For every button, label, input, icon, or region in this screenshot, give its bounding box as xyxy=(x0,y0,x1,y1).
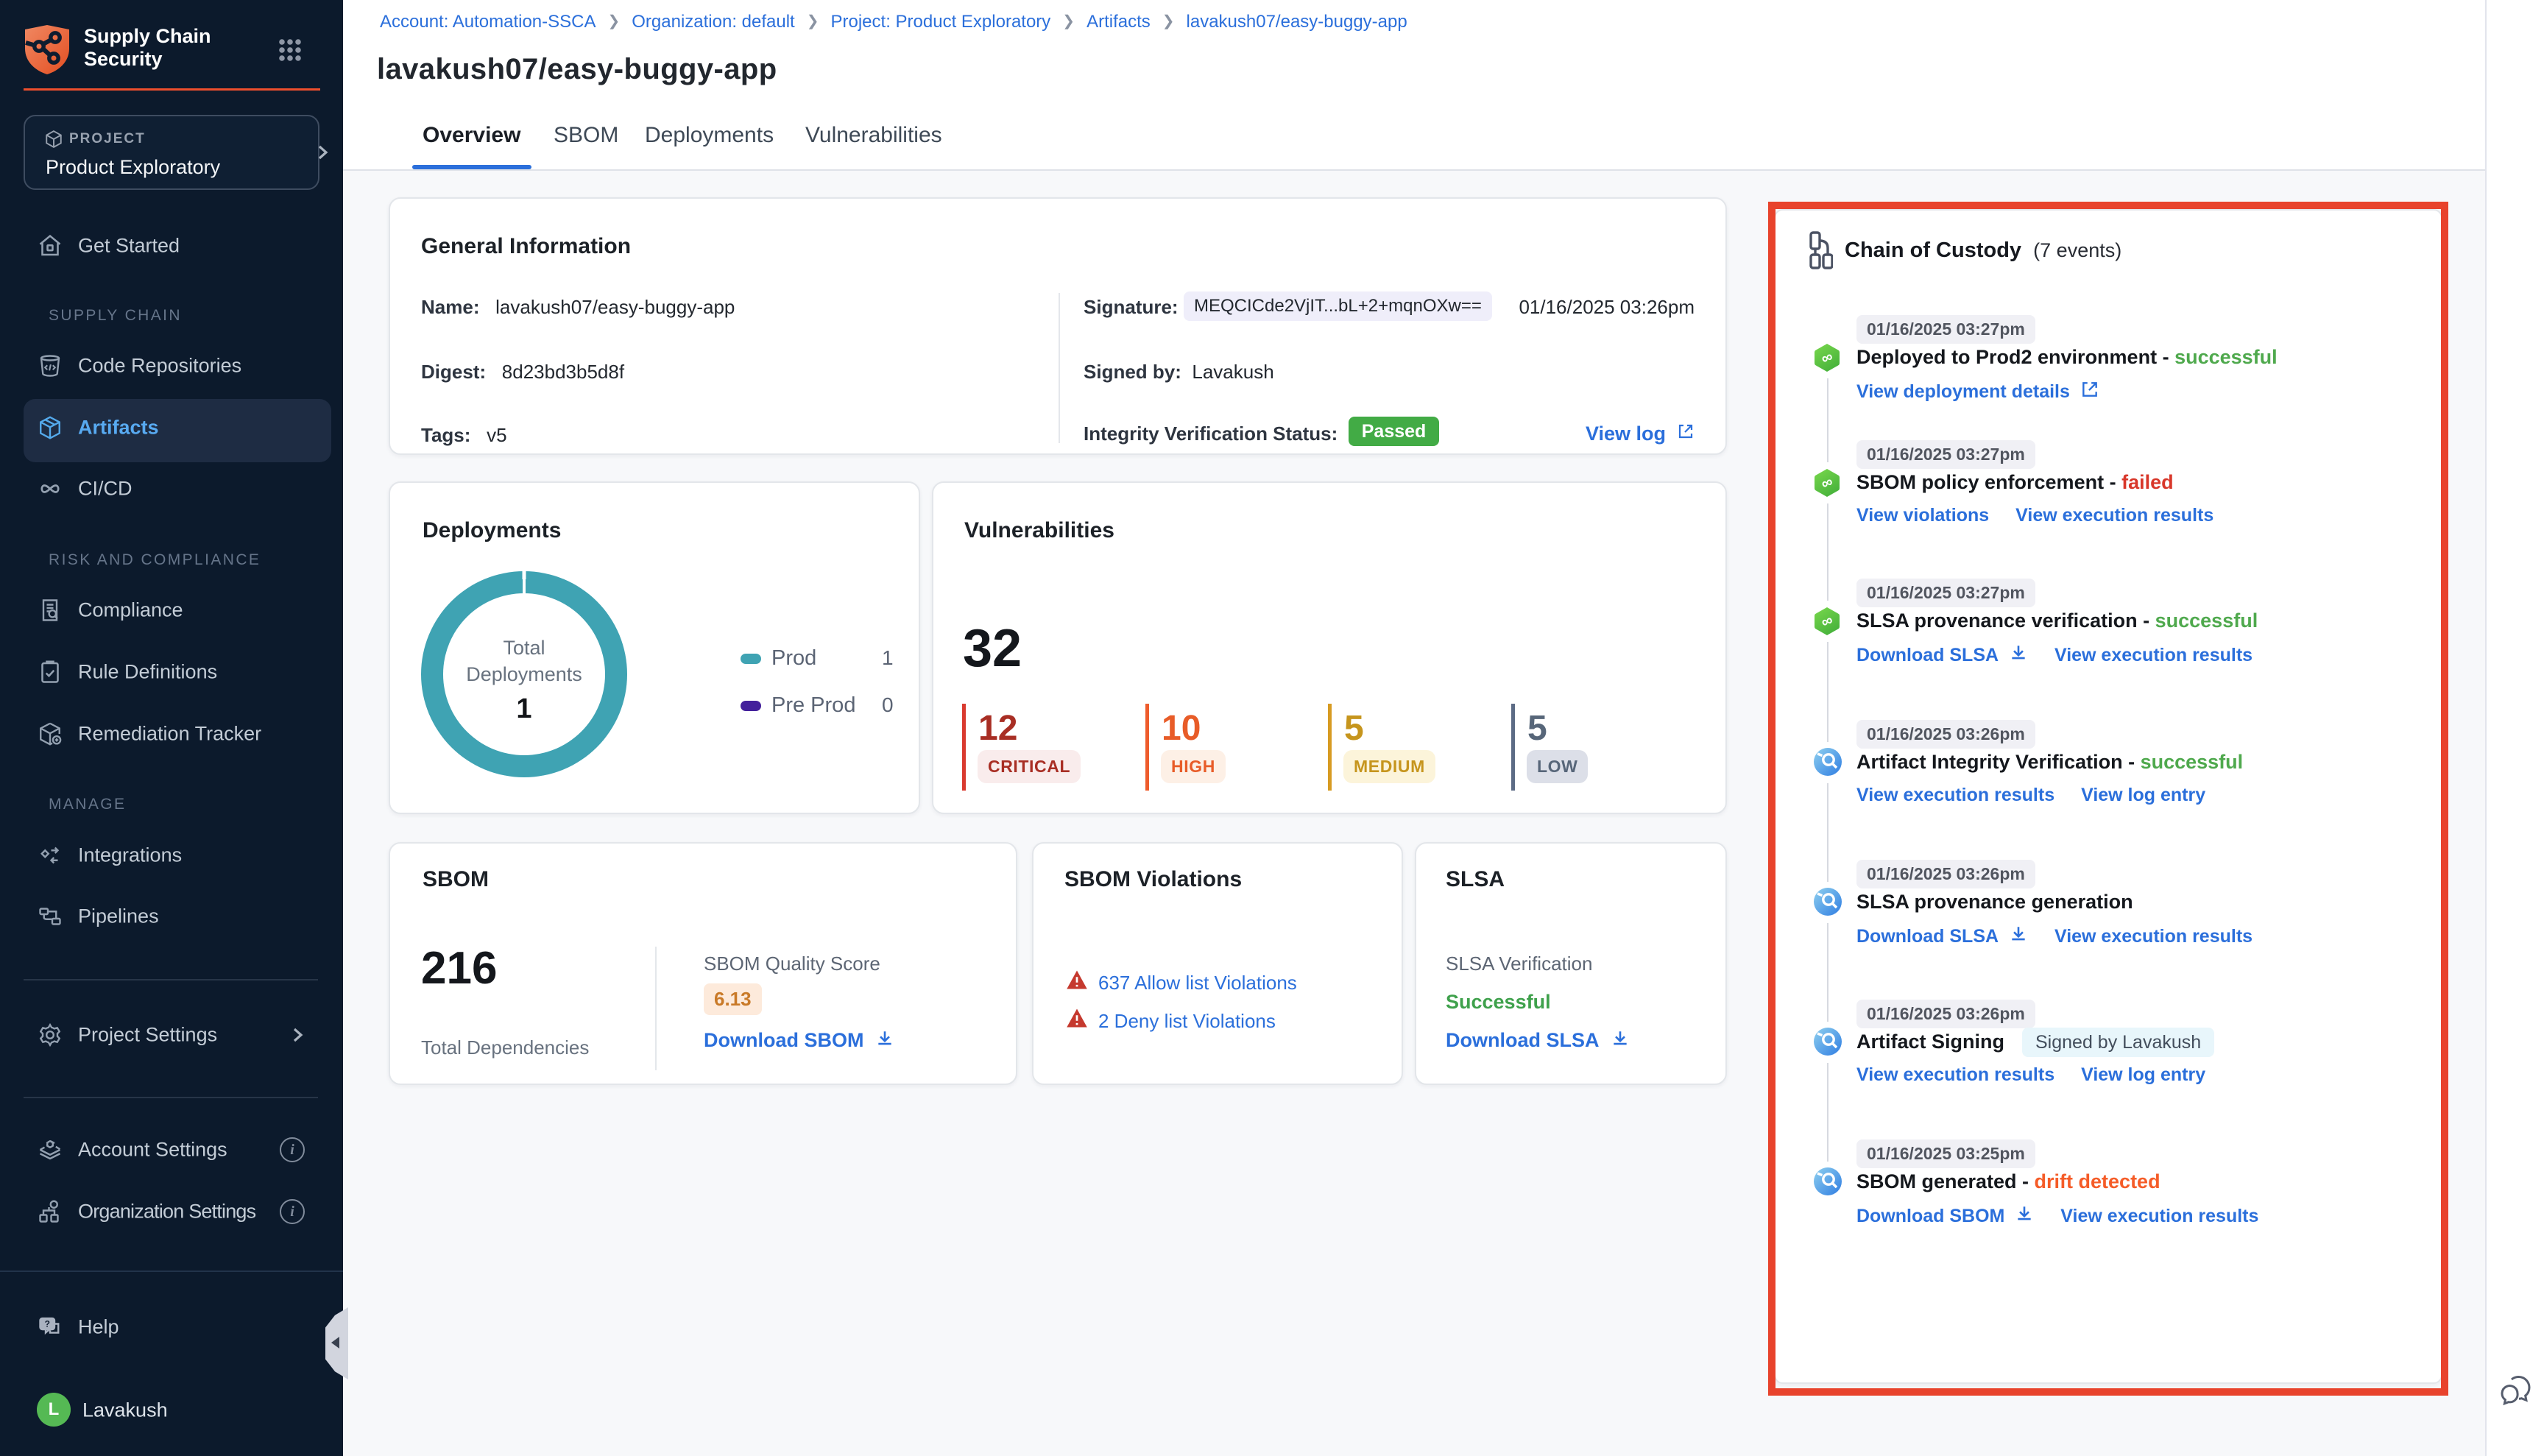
svg-text:?: ? xyxy=(45,1318,50,1329)
